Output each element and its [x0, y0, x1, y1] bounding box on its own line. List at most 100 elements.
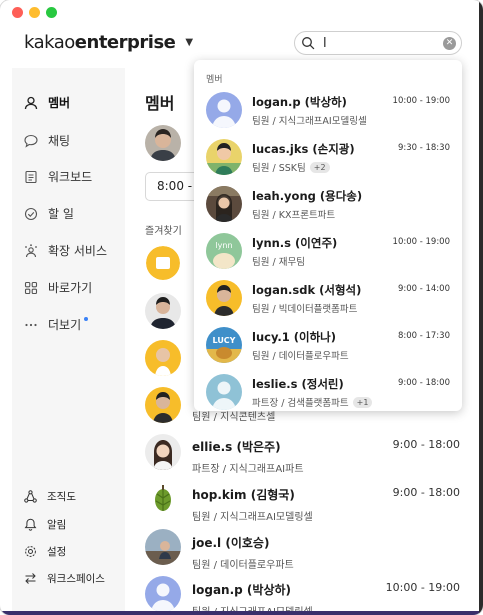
sidebar-item-more[interactable]: 더보기: [24, 316, 89, 333]
sidebar-item-org-chart[interactable]: 조직도: [24, 489, 76, 504]
extra-teams-badge: +2: [309, 161, 330, 173]
person-icon: [24, 96, 38, 109]
close-window-button[interactable]: [12, 7, 23, 18]
avatar: [206, 186, 242, 222]
member-hours: 9:00 - 18:00: [392, 438, 460, 451]
sidebar-bottom-label: 설정: [47, 546, 67, 558]
extra-teams-badge: +1: [352, 396, 373, 408]
window-frame-right: [479, 0, 483, 615]
result-hours: 9:30 - 18:30: [397, 143, 450, 153]
result-hours: 10:00 - 19:00: [392, 96, 450, 106]
result-team-text: 팀원 / SSK팀: [252, 163, 306, 174]
result-team: 팀원 / SSK팀 +2: [252, 160, 330, 174]
avatar-text-lynn: lynn: [215, 241, 232, 250]
sidebar-item-shortcuts[interactable]: 바로가기: [24, 279, 92, 296]
sidebar-bottom-label: 조직도: [47, 491, 76, 503]
window-controls: [12, 7, 57, 18]
search-result-item[interactable]: logan.p (박상하) 팀원 / 지식그래프AI모델링셀 10:00 - 1…: [194, 88, 462, 135]
swap-arrows-icon: [25, 573, 36, 584]
result-hours: 8:00 - 17:30: [397, 331, 450, 341]
sidebar-item-label: 더보기: [48, 318, 82, 332]
result-team-text: 팀원 / 빅데이터플랫폼파트: [252, 304, 358, 315]
member-search-box[interactable]: ✕: [294, 31, 462, 55]
member-hours: 10:00 - 19:00: [385, 581, 460, 594]
result-name: logan.p (박상하): [252, 95, 347, 109]
search-result-item[interactable]: leah.yong (용다송) 팀원 / KX프론트파트: [194, 182, 462, 229]
table-row[interactable]: logan.p (박상하) 팀원 / 지식그래프AI모델링셀 10:00 - 1…: [192, 581, 462, 615]
avatar[interactable]: [145, 576, 181, 612]
sidebar-item-label: 바로가기: [48, 281, 93, 295]
my-profile-avatar[interactable]: [145, 125, 181, 161]
member-team: 파트장 / 지식그래프AI파트: [192, 464, 304, 475]
search-result-item[interactable]: LUCY lucy.1 (이하나) 팀원 / 데이터플로우파트 8:00 - 1…: [194, 323, 462, 370]
avatar[interactable]: [145, 293, 181, 329]
search-result-item[interactable]: logan.sdk (서형석) 팀원 / 빅데이터플랫폼파트 9:00 - 14…: [194, 276, 462, 323]
search-result-item[interactable]: lynn lynn.s (이연주) 팀원 / 재무팀 10:00 - 19:00: [194, 229, 462, 276]
check-circle-icon: [24, 207, 38, 220]
maximize-window-button[interactable]: [46, 7, 57, 18]
result-team-text: 팀원 / 지식그래프AI모델링셀: [252, 116, 367, 127]
sidebar-item-members[interactable]: 멤버: [24, 94, 70, 111]
favorites-section-label: 즐겨찾기: [145, 226, 182, 237]
sidebar-item-label: 확장 서비스: [48, 244, 108, 258]
org-chart-icon: [24, 490, 37, 503]
sidebar-item-workspace[interactable]: 워크스페이스: [24, 571, 105, 586]
page-title: 멤버: [145, 94, 175, 113]
table-row[interactable]: joe.l (이호승) 팀원 / 데이터플로우파트: [192, 534, 462, 571]
search-result-item[interactable]: lucas.jks (손지광) 팀원 / SSK팀 +2 9:30 - 18:30: [194, 135, 462, 182]
sidebar-item-label: 할 일: [48, 207, 74, 221]
result-name: lucy.1 (이하나): [252, 330, 337, 344]
table-row[interactable]: ellie.s (박은주) 파트장 / 지식그래프AI파트 9:00 - 18:…: [192, 438, 462, 475]
results-section-label: 멤버: [206, 75, 223, 85]
result-team-text: 팀원 / 데이터플로우파트: [252, 351, 349, 362]
search-input[interactable]: [323, 35, 433, 51]
workspace-brand[interactable]: kakao enterprise ▼: [24, 32, 193, 53]
search-results-dropdown: 멤버 logan.p (박상하) 팀원 / 지식그래프AI모델링셀 10:00 …: [194, 60, 462, 411]
result-team: 팀원 / 빅데이터플랫폼파트: [252, 301, 357, 315]
sidebar-item-todo[interactable]: 할 일: [24, 205, 74, 222]
avatar[interactable]: [145, 434, 181, 470]
sidebar-bottom-label: 워크스페이스: [47, 573, 105, 585]
sidebar-item-chat[interactable]: 채팅: [24, 132, 70, 149]
result-team: 파트장 / 검색플랫폼파트 +1: [252, 395, 373, 409]
search-icon: [302, 37, 315, 50]
result-team: 팀원 / 데이터플로우파트: [252, 348, 349, 362]
member-team: 팀원 / 데이터플로우파트: [192, 560, 294, 571]
result-hours: 10:00 - 19:00: [392, 237, 450, 247]
new-indicator-dot: [84, 316, 89, 321]
result-name: lynn.s (이연주): [252, 236, 338, 250]
search-result-item[interactable]: leslie.s (정서린) 파트장 / 검색플랫폼파트 +1 9:00 - 18…: [194, 370, 462, 417]
brand-text-kakao: kakao: [24, 32, 75, 53]
table-row[interactable]: hop.kim (김형국) 팀원 / 지식그래프AI모델링셀 9:00 - 18…: [192, 486, 462, 523]
avatar: [206, 280, 242, 316]
caret-down-icon[interactable]: ▼: [185, 37, 193, 48]
avatar[interactable]: [145, 387, 181, 423]
avatar: [206, 92, 242, 128]
member-team: 팀원 / 지식그래프AI모델링셀: [192, 512, 313, 523]
avatar[interactable]: [146, 246, 180, 280]
minimize-window-button[interactable]: [29, 7, 40, 18]
app-window: kakaoenterprise ▼ ✕ 멤버 채팅 워크보드 할 일 확장 서비…: [0, 0, 483, 615]
avatar: LUCY: [206, 327, 242, 363]
sidebar-bottom-label: 알림: [47, 519, 67, 531]
sidebar-item-workboard[interactable]: 워크보드: [24, 168, 92, 185]
clear-icon[interactable]: ✕: [443, 37, 456, 50]
result-name: lucas.jks (손지광): [252, 142, 355, 156]
avatar: [206, 374, 242, 410]
sidebar-item-notifications[interactable]: 알림: [24, 517, 66, 532]
avatar[interactable]: [145, 481, 181, 517]
result-team-text: 팀원 / KX프론트파트: [252, 210, 336, 221]
result-hours: 9:00 - 14:00: [397, 284, 450, 294]
avatar: lynn: [206, 233, 242, 269]
avatar: [206, 139, 242, 175]
bell-icon: [24, 518, 37, 531]
sidebar-item-extensions[interactable]: 확장 서비스: [24, 242, 107, 259]
result-team-text: 파트장 / 검색플랫폼파트: [252, 398, 349, 409]
result-name: leah.yong (용다송): [252, 189, 363, 203]
member-name: joe.l (이호승): [192, 536, 270, 550]
sidebar-item-settings[interactable]: 설정: [24, 544, 66, 559]
result-team: 팀원 / 재무팀: [252, 254, 305, 268]
avatar[interactable]: [145, 529, 181, 565]
result-name: logan.sdk (서형석): [252, 283, 362, 297]
avatar[interactable]: [145, 340, 181, 376]
